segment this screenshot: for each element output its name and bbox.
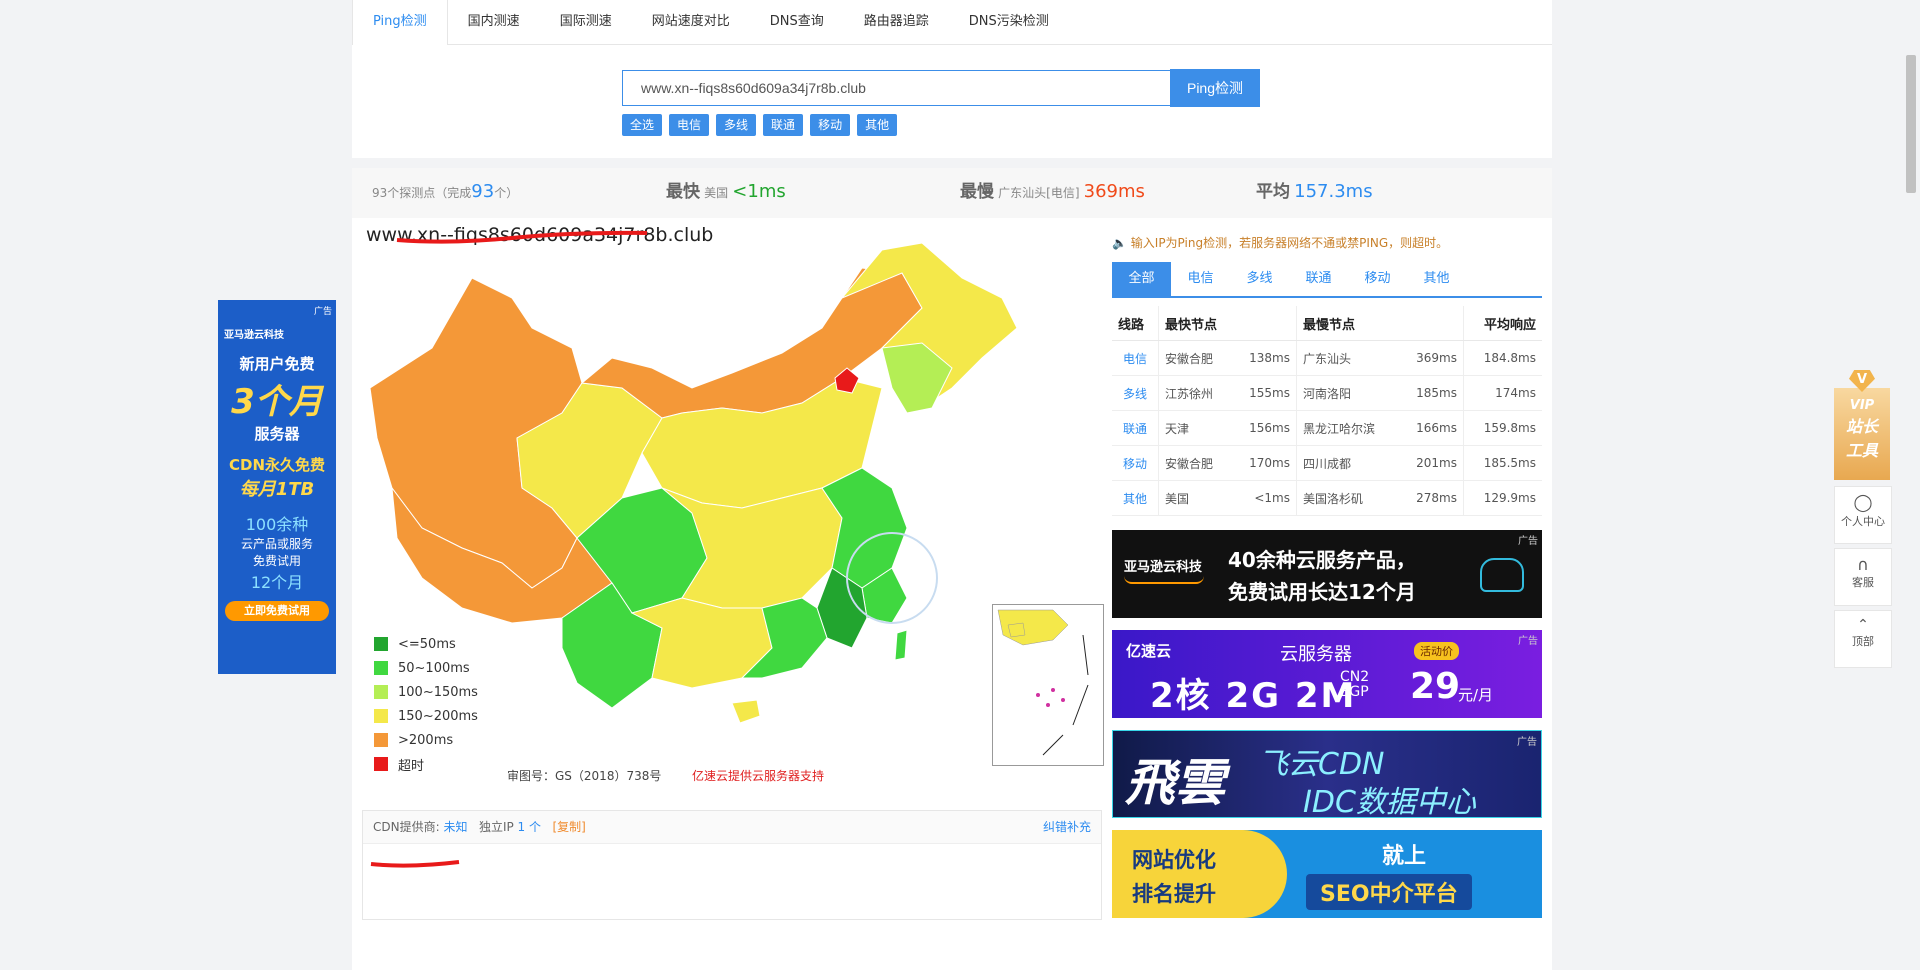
user-icon: ◯ xyxy=(1853,493,1873,513)
region-hainan xyxy=(731,699,761,724)
filter-other[interactable]: 其他 xyxy=(857,114,898,136)
tool-tabs: Ping检测 国内测速 国际测速 网站速度对比 DNS查询 路由器追踪 DNS污… xyxy=(352,0,1552,45)
seo-ad-banner[interactable]: 网站优化 排名提升 就上 SEO中介平台 xyxy=(1112,830,1542,918)
user-center-button[interactable]: ◯ 个人中心 xyxy=(1834,486,1892,544)
fastest-stat: 最快 美国 <1ms xyxy=(666,181,786,202)
tab-domestic-speed[interactable]: 国内测速 xyxy=(448,0,540,44)
probe-count: 93个探测点（完成93个） xyxy=(372,181,519,202)
page-scrollbar[interactable] xyxy=(1906,55,1916,193)
table-row: 其他 美国 <1ms 美国洛杉矶 278ms 129.9ms xyxy=(1112,480,1542,516)
legend-item: <=50ms xyxy=(374,632,478,656)
search-card: Ping检测 国内测速 国际测速 网站速度对比 DNS查询 路由器追踪 DNS污… xyxy=(352,0,1552,158)
speaker-icon: 🔈 xyxy=(1112,236,1127,250)
map-legend: <=50ms 50~100ms 100~150ms 150~200ms >200… xyxy=(374,632,478,776)
amazon-smile-icon xyxy=(1124,576,1204,584)
result-tabs: 全部 电信 多线 联通 移动 其他 xyxy=(1112,262,1542,298)
diamond-icon: V xyxy=(1849,370,1875,392)
legend-item: 100~150ms xyxy=(374,680,478,704)
stats-bar: 93个探测点（完成93个） 最快 美国 <1ms 最慢 广东汕头[电信] 369… xyxy=(352,168,1552,219)
ping-notice: 🔈 输入IP为Ping检测，若服务器网络不通或禁PING，则超时。 xyxy=(1112,236,1449,250)
back-to-top-button[interactable]: ⌃ 顶部 xyxy=(1834,610,1892,668)
feiyun-ad-banner[interactable]: 广告 飛雲 飞云CDN IDC数据中心 xyxy=(1112,730,1542,818)
arrow-up-icon: ⌃ xyxy=(1857,617,1869,633)
ping-button[interactable]: Ping检测 xyxy=(1170,69,1260,107)
report-correction-link[interactable]: 纠错补充 xyxy=(1043,811,1091,843)
tab-route-trace[interactable]: 路由器追踪 xyxy=(844,0,949,44)
summary-table: 线路 最快节点 最慢节点 平均响应 电信 安徽合肥 138ms 广东汕头 369ms… xyxy=(1112,306,1542,516)
filter-unicom[interactable]: 联通 xyxy=(763,114,804,136)
search-row: Ping检测 xyxy=(622,69,1260,107)
filter-all[interactable]: 全选 xyxy=(622,114,663,136)
table-header: 线路 最快节点 最慢节点 平均响应 xyxy=(1112,306,1542,341)
cdn-info-header: CDN提供商: 未知 独立IP 1 个 [复制] 纠错补充 xyxy=(363,811,1101,844)
result-tab-telecom[interactable]: 电信 xyxy=(1171,262,1230,296)
region-taiwan xyxy=(894,629,908,661)
vip-tools-button[interactable]: V VIP 站长 工具 xyxy=(1834,370,1890,480)
url-input[interactable] xyxy=(622,70,1170,106)
slowest-stat: 最慢 广东汕头[电信] 369ms xyxy=(960,181,1145,202)
legend-item: 50~100ms xyxy=(374,656,478,680)
amazon-ad-banner[interactable]: 广告 亚马逊云科技 40余种云服务产品， 免费试用长达12个月 xyxy=(1112,530,1542,618)
copy-ip-button[interactable]: [复制] xyxy=(552,820,585,834)
customer-service-button[interactable]: ∩ 客服 xyxy=(1834,548,1892,606)
tab-ping[interactable]: Ping检测 xyxy=(352,0,448,45)
inset-map xyxy=(997,609,1089,756)
filter-telecom[interactable]: 电信 xyxy=(669,114,710,136)
result-tab-multiline[interactable]: 多线 xyxy=(1230,262,1289,296)
tab-dns-pollution[interactable]: DNS污染检测 xyxy=(949,0,1069,44)
map-approval-number: 审图号：GS（2018）738号 xyxy=(507,769,662,783)
yisu-ad-banner[interactable]: 广告 亿速云 云服务器 活动价 2核 2G 2M CN2 BGP 29 元/月 xyxy=(1112,630,1542,718)
result-tab-all[interactable]: 全部 xyxy=(1112,262,1171,296)
results-area: www.xn--fiqs8s60d609a34j7r8b.club <=50ms… xyxy=(352,218,1552,970)
result-tab-mobile[interactable]: 移动 xyxy=(1348,262,1407,296)
south-china-sea-inset xyxy=(992,604,1104,766)
left-amazon-ad[interactable]: 广告 亚马逊云科技 新用户免费 3个月 服务器 CDN永久免费 每月1TB 10… xyxy=(218,300,336,674)
result-tab-other[interactable]: 其他 xyxy=(1407,262,1466,296)
cloud-icon xyxy=(1480,558,1524,592)
table-row: 移动 安徽合肥 170ms 四川成都 201ms 185.5ms xyxy=(1112,445,1542,481)
map-sponsor-link[interactable]: 亿速云提供云服务器支持 xyxy=(692,767,824,784)
legend-item: 150~200ms xyxy=(374,704,478,728)
table-row: 多线 江苏徐州 155ms 河南洛阳 185ms 174ms xyxy=(1112,375,1542,411)
tab-intl-speed[interactable]: 国际测速 xyxy=(540,0,632,44)
tab-site-compare[interactable]: 网站速度对比 xyxy=(632,0,750,44)
headset-icon: ∩ xyxy=(1857,555,1869,574)
tab-dns-query[interactable]: DNS查询 xyxy=(750,0,844,44)
result-tab-unicom[interactable]: 联通 xyxy=(1289,262,1348,296)
table-row: 联通 天津 156ms 黑龙江哈尔滨 166ms 159.8ms xyxy=(1112,410,1542,446)
redacted-ip xyxy=(370,860,460,868)
legend-item: >200ms xyxy=(374,728,478,752)
filter-multiline[interactable]: 多线 xyxy=(716,114,757,136)
average-stat: 平均 157.3ms xyxy=(1256,181,1373,202)
filter-mobile[interactable]: 移动 xyxy=(810,114,851,136)
legend-item: 超时 xyxy=(374,752,478,776)
line-filters: 全选 电信 多线 联通 移动 其他 xyxy=(622,114,898,136)
free-trial-button[interactable]: 立即免费试用 xyxy=(225,601,329,621)
cdn-info-box: CDN提供商: 未知 独立IP 1 个 [复制] 纠错补充 xyxy=(362,810,1102,920)
table-row: 电信 安徽合肥 138ms 广东汕头 369ms 184.8ms xyxy=(1112,340,1542,376)
